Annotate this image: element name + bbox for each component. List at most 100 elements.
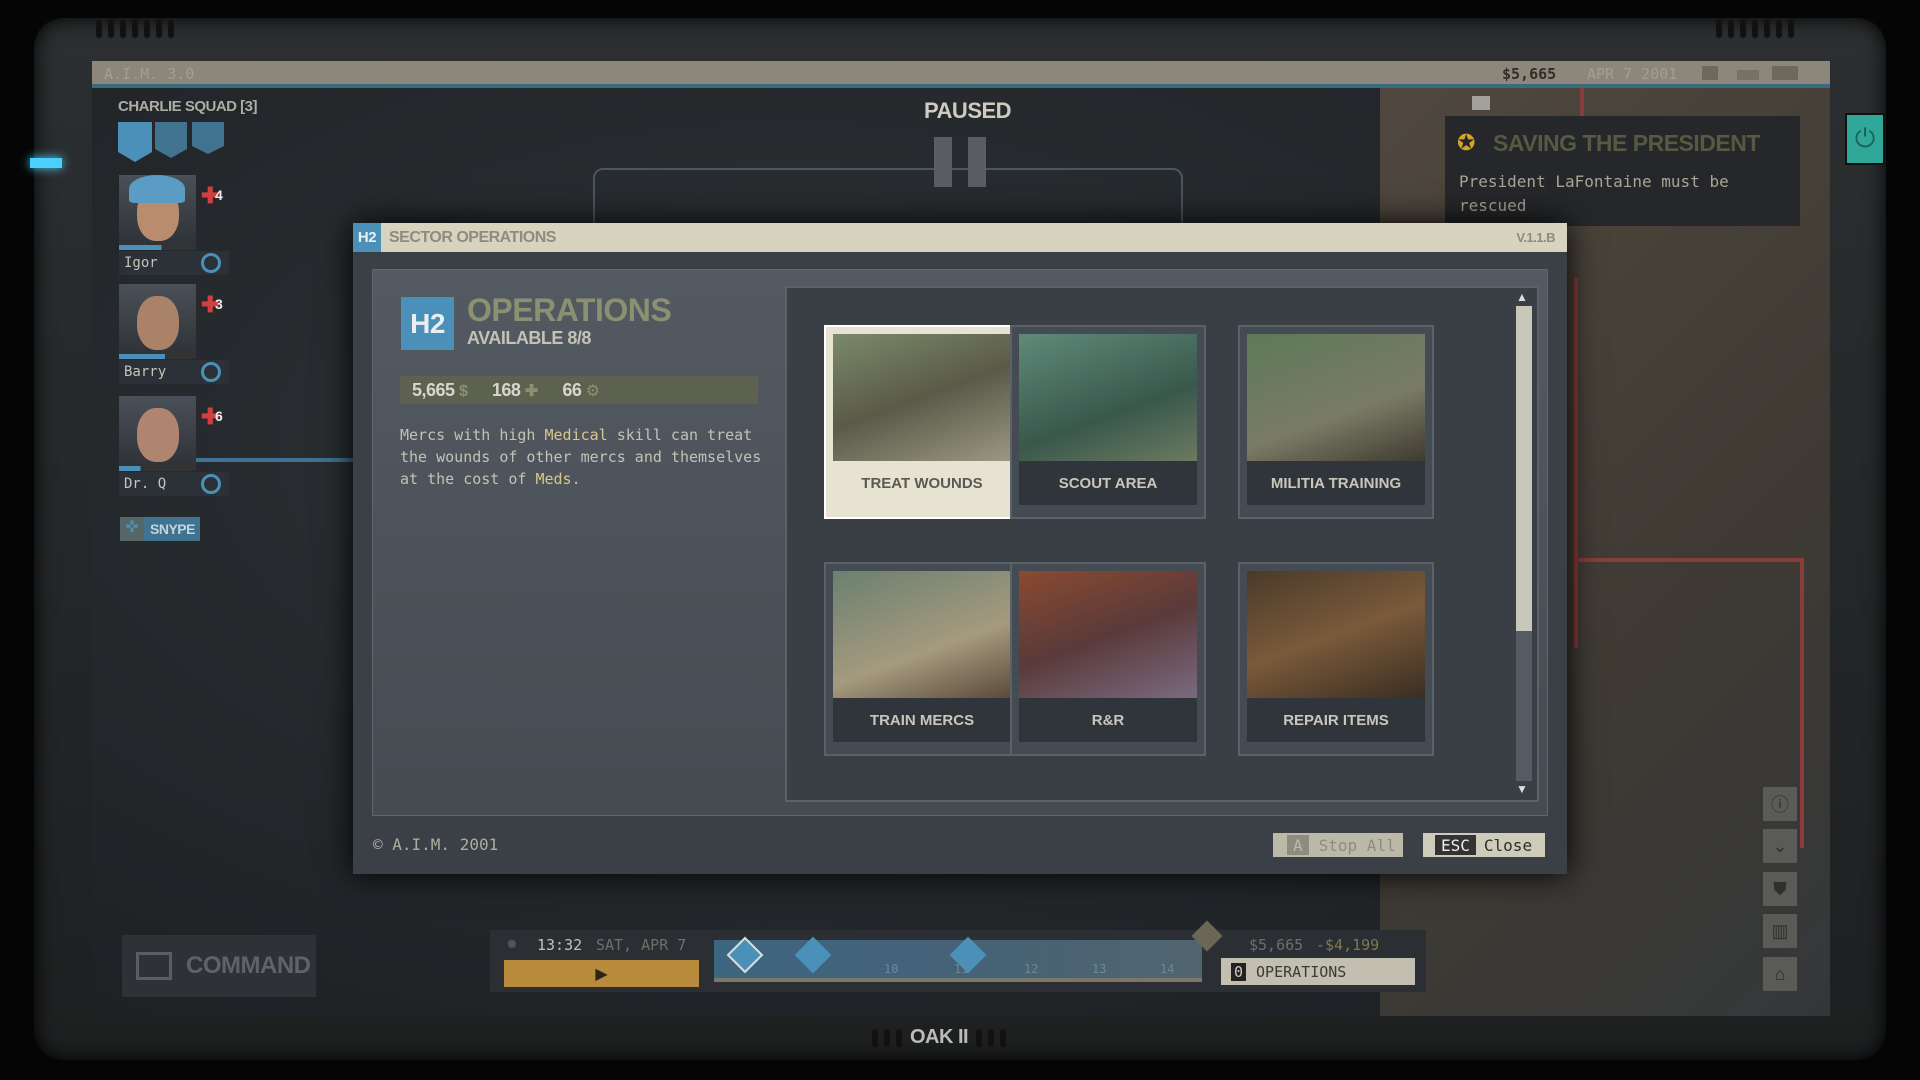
paused-label: PAUSED [924,98,1012,123]
tick-label: 14 [1160,962,1175,976]
home-icon[interactable]: ⌂ [1763,957,1797,991]
pause-icon-bar [968,137,986,187]
power-button[interactable]: ⏻ [1845,113,1885,165]
arrival-event-icon[interactable] [794,936,832,974]
objective-panel[interactable]: ✪ SAVING THE PRESIDENT President LaFonta… [1445,116,1800,226]
battery-icon [1772,66,1798,80]
operations-heading: OPERATIONS [467,292,672,328]
gear-icon: ⚙ [585,382,601,400]
tick-label: 10 [884,962,899,976]
timer-event-icon[interactable] [726,936,764,974]
objective-star-icon: ✪ [1457,130,1476,155]
op-label: SCOUT AREA [1019,461,1197,505]
squad-title: CHARLIE SQUAD [3] [118,98,258,115]
scroll-up-icon[interactable]: ▲ [1516,290,1528,304]
merc-igor[interactable]: Igor ✚ 4 [119,175,229,275]
meds-value: 168 [491,379,521,400]
expenses-readout: -$4,199 [1316,936,1380,954]
command-button[interactable]: COMMAND [122,935,316,997]
available-count: AVAILABLE 8/8 [467,328,591,348]
merc-dr-q[interactable]: Dr. Q ✚ 6 [119,396,356,496]
wound-count: 3 [215,296,223,312]
time-readout: 13:32 [537,936,583,954]
merc-snype[interactable]: ✜ SNYPE [120,517,200,541]
op-r-and-r[interactable]: R&R [1010,562,1206,756]
copyright: © A.I.M. 2001 [373,835,499,854]
op-label: MILITIA TRAINING [1247,461,1425,505]
sector-icon: H2 [401,297,454,350]
button-label: Close [1483,835,1533,855]
close-button[interactable]: ESC Close [1423,833,1545,857]
inventory-icon[interactable]: ▥ [1763,914,1797,948]
op-label: TRAIN MERCS [833,698,1011,742]
date-readout: APR 7 2001 [1587,65,1678,83]
top-bar: A.I.M. 3.0 $5,665 APR 7 2001 [92,61,1830,88]
merc-barry[interactable]: Barry ✚ 3 [119,284,229,384]
dollar-icon: $ [459,382,468,400]
vent-right [1716,20,1794,38]
wound-count: 6 [215,408,223,424]
timeline-bar: ✹ 13:32 SAT, APR 7 ▶ 10 11 12 13 14 $5,6… [490,930,1426,992]
op-label: R&R [1019,698,1197,742]
merc-name: Barry [124,364,167,380]
play-button[interactable]: ▶ [504,960,699,987]
timer-icon [201,474,221,494]
info-icon[interactable]: ⓘ [1763,787,1797,821]
merc-name: Dr. Q [124,476,167,492]
op-train-mercs[interactable]: TRAIN MERCS [824,562,1020,756]
shield-icon[interactable]: ⛊ [1763,872,1797,906]
op-scout-area[interactable]: SCOUT AREA [1010,325,1206,519]
dpad-icon: ✜ [120,517,144,541]
scroll-down-icon[interactable]: ▼ [1516,782,1528,796]
indicator-light [30,158,62,168]
op-militia-training[interactable]: MILITIA TRAINING [1238,325,1434,519]
scrollbar-thumb[interactable] [1516,306,1532,631]
ops-count: 0 [1231,962,1247,981]
operation-description: Mercs with high Medical skill can treat … [400,426,762,488]
hotkey: A [1287,835,1309,855]
objective-text: President LaFontaine must be rescued [1459,172,1729,215]
play-icon: ▶ [595,965,608,983]
hotkey: ESC [1435,835,1476,855]
op-repair-items[interactable]: REPAIR ITEMS [1238,562,1434,756]
tick-label: 11 [954,962,969,976]
operations-button[interactable]: 0 OPERATIONS [1221,958,1415,985]
objective-tab[interactable] [1472,96,1490,110]
timer-icon [201,362,221,382]
parts-value: 66 [562,379,582,400]
op-label: TREAT WOUNDS [833,461,1011,505]
weather-icon: ✹ [506,936,518,952]
tick-label: 13 [1092,962,1107,976]
operations-grid: TREAT WOUNDS SCOUT AREA MILITIA TRAINING… [785,286,1539,802]
resource-bar: 5,665 $ 168 ✚ 66 ⚙ [400,376,758,404]
rank-up-icon[interactable]: ⌄ [1763,829,1797,863]
timeline-track[interactable]: 10 11 12 13 14 [714,936,1202,982]
money-value: 5,665 [412,379,455,400]
os-label: A.I.M. 3.0 [104,65,195,83]
map-icon [136,952,172,980]
keyword-medical: Medical [544,426,608,444]
merc-name: SNYPE [150,521,195,537]
meds-icon: ✚ [524,382,539,400]
keyword-meds: Meds [535,470,572,488]
sector-badge: H2 [353,223,381,252]
signal-icon [1737,66,1759,80]
date-readout: SAT, APR 7 [596,936,687,954]
command-label: COMMAND [186,952,311,979]
wound-count: 4 [215,187,223,203]
money-readout: $5,665 [1502,65,1557,83]
device-label-plate: OAK II [872,1026,1007,1049]
funds-readout: $5,665 [1249,936,1304,954]
vent-left [96,20,174,38]
stop-all-button[interactable]: A Stop All [1273,833,1403,857]
map-outline [593,168,1183,228]
dialog-title-bar: H2 SECTOR OPERATIONS V.1.1.B [353,223,1567,252]
tick-label: 12 [1024,962,1039,976]
operations-panel: H2 OPERATIONS AVAILABLE 8/8 5,665 $ 168 … [372,269,1548,816]
pause-icon[interactable] [934,137,952,187]
button-label: Stop All [1318,835,1396,855]
device-label: OAK II [910,1026,969,1048]
op-treat-wounds[interactable]: TREAT WOUNDS [824,325,1020,519]
calendar-icon[interactable] [1702,66,1718,80]
scrollbar[interactable]: ▲ ▼ [1513,288,1535,800]
